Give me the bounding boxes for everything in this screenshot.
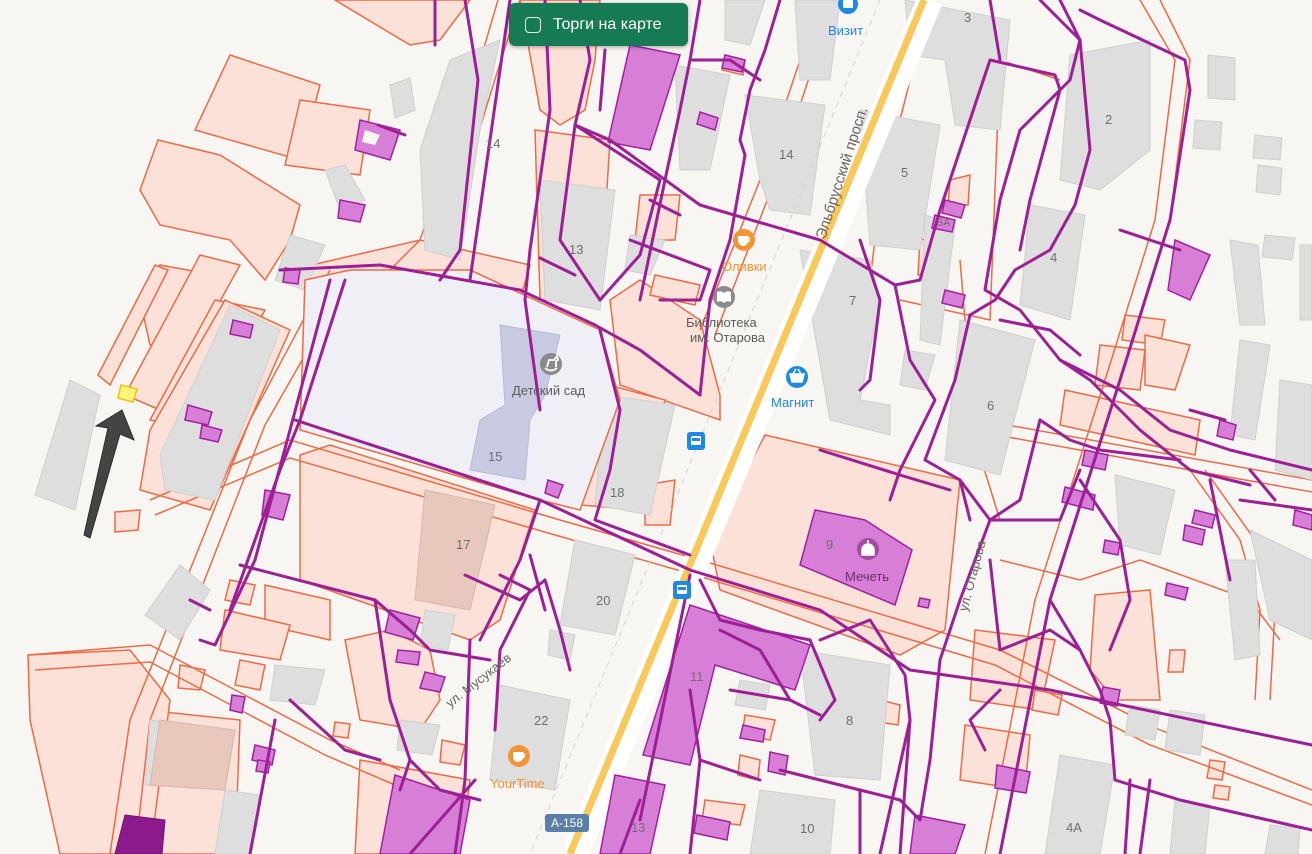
rocking-horse-icon [540, 353, 562, 375]
building-bottom-left [149, 719, 236, 791]
house-number: 2 [1105, 112, 1112, 127]
poi-label: Детский сад [512, 383, 585, 398]
house-number: 5А [937, 217, 951, 229]
house-number: 4 [1050, 250, 1057, 265]
house-number: 3 [964, 10, 971, 25]
house-number: 7 [849, 293, 856, 308]
auctions-toggle-button[interactable]: Торги на карте [509, 3, 688, 46]
bus-stop-icon[interactable] [673, 581, 691, 599]
highlighted-parcel[interactable] [117, 384, 138, 403]
house-number: 18 [610, 485, 624, 500]
house-number: 4А [1066, 820, 1082, 835]
road-number-badge: А-158 [545, 814, 589, 832]
map-canvas[interactable]: 3 2 14 14 5 5А 4 13 7 6 15 18 9 17 20 11… [0, 0, 1312, 854]
poi-label: им. Отарова [690, 330, 766, 345]
house-number: 10 [800, 821, 814, 836]
poi-label: Магнит [771, 395, 814, 410]
poi-label: Оливки [722, 259, 767, 274]
house-number: 8 [846, 713, 853, 728]
house-number: 11 [690, 669, 704, 684]
auctions-toggle-label: Торги на карте [553, 15, 662, 33]
house-number: 6 [987, 398, 994, 413]
house-number: 22 [534, 713, 548, 728]
house-number: 15 [488, 449, 502, 464]
poi-label: YourTime [490, 776, 545, 791]
poi-label: Библиотека [686, 315, 757, 330]
road-number-text: А-158 [551, 816, 583, 830]
house-number: 17 [456, 537, 470, 552]
house-number: 13 [631, 820, 645, 835]
house-number: 9 [826, 537, 833, 552]
house-number: 20 [596, 593, 610, 608]
house-number: 14 [779, 147, 793, 162]
house-number: 13 [569, 242, 583, 257]
auctions-checkbox[interactable] [525, 16, 541, 33]
bus-stop-icon[interactable] [687, 432, 705, 450]
poi-label: Визит [828, 23, 863, 38]
house-number: 5 [901, 165, 908, 180]
house-number: 14 [486, 136, 500, 151]
poi-label: Мечеть [845, 569, 889, 584]
